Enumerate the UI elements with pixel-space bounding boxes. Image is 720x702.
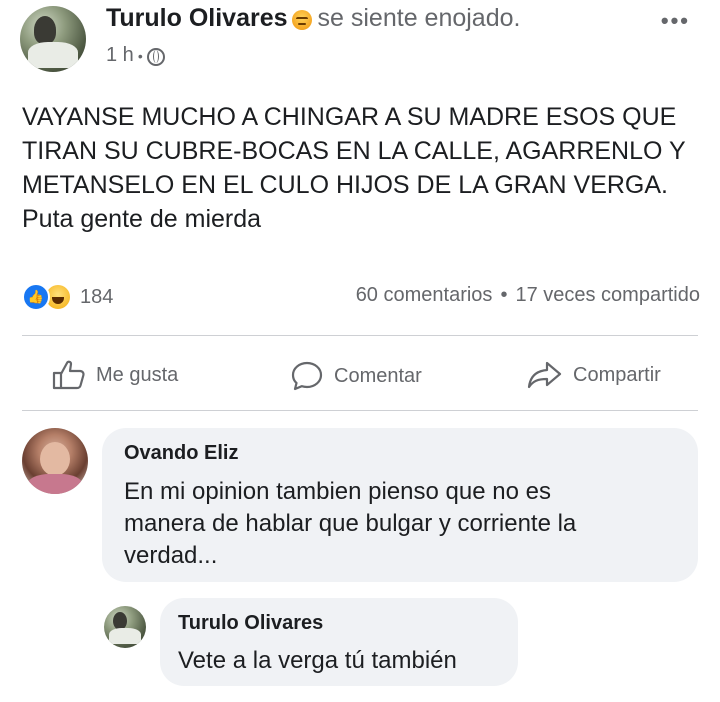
- post-text: VAYANSE MUCHO A CHINGAR A SU MADRE ESOS …: [22, 100, 692, 236]
- comment-text: En mi opinion tambien pienso que no es m…: [124, 476, 576, 572]
- more-options-icon[interactable]: •••: [661, 8, 690, 34]
- share-label: Compartir: [573, 363, 661, 386]
- like-button[interactable]: Me gusta: [52, 360, 178, 390]
- post-stats: 60 comentarios • 17 veces compartido: [356, 284, 700, 307]
- share-button[interactable]: Compartir: [527, 360, 661, 390]
- post-text-line: Puta gente de mierda: [22, 205, 262, 233]
- reply-text-line: Vete a la verga tú también: [178, 647, 457, 674]
- comment-text-line: verdad...: [124, 542, 218, 569]
- separator-dot: •: [500, 284, 508, 306]
- share-arrow-icon: [527, 361, 562, 389]
- post-header-line: Turulo Olivares se siente enojado.: [106, 4, 520, 33]
- reply-author-avatar[interactable]: [104, 606, 146, 648]
- reply-author-name[interactable]: Turulo Olivares: [178, 612, 323, 635]
- feeling-text: se siente enojado.: [317, 4, 521, 32]
- comment-bubble-icon: [291, 361, 323, 391]
- divider: [22, 335, 698, 336]
- comment-text-line: manera de hablar que bulgar y corriente …: [124, 510, 577, 537]
- separator-dot: •: [137, 47, 143, 64]
- author-avatar[interactable]: [20, 6, 86, 72]
- divider: [22, 410, 698, 411]
- post-author-name[interactable]: Turulo Olivares: [106, 4, 288, 33]
- post-text-line: METANSELO EN EL CULO HIJOS DE LA GRAN VE…: [22, 171, 668, 199]
- post-text-line: VAYANSE MUCHO A CHINGAR A SU MADRE ESOS …: [22, 103, 677, 131]
- commenter-avatar[interactable]: [22, 428, 88, 494]
- comment-label: Comentar: [334, 364, 422, 387]
- reply-text: Vete a la verga tú también: [178, 645, 457, 677]
- thumbs-up-icon: [52, 360, 85, 390]
- post-meta: 1 h •: [106, 44, 165, 67]
- commenter-name[interactable]: Ovando Eliz: [124, 442, 238, 465]
- reactions-summary[interactable]: 👍 184: [22, 283, 113, 311]
- like-reaction-icon: 👍: [22, 283, 50, 311]
- globe-icon: [146, 47, 165, 66]
- comment-button[interactable]: Comentar: [290, 360, 422, 392]
- angry-face-icon: [291, 9, 312, 30]
- shares-count[interactable]: 17 veces compartido: [515, 284, 700, 307]
- comments-count[interactable]: 60 comentarios: [356, 284, 493, 307]
- like-label: Me gusta: [96, 363, 179, 386]
- comment-text-line: En mi opinion tambien pienso que no es: [124, 478, 551, 505]
- post-text-line: TIRAN SU CUBRE-BOCAS EN LA CALLE, AGARRE…: [22, 137, 686, 165]
- post-time[interactable]: 1 h: [106, 44, 134, 67]
- reaction-count: 184: [80, 285, 114, 308]
